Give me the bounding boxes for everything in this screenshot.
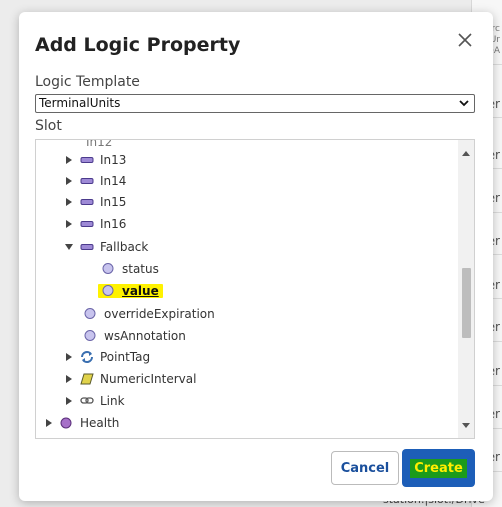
- tree-item-status[interactable]: status: [102, 259, 159, 279]
- scrollbar-thumb[interactable]: [462, 268, 471, 338]
- numeric-point-icon: [80, 218, 94, 230]
- tree-item-label: In12: [86, 140, 113, 149]
- tree-item-label: In16: [100, 217, 127, 231]
- tree-item-label: overrideExpiration: [104, 307, 215, 321]
- close-icon[interactable]: [457, 32, 473, 48]
- logic-template-value: TerminalUnits: [39, 96, 121, 110]
- numeric-point-icon: [80, 175, 94, 187]
- slot-tree[interactable]: In12 In13 In14 In15 In16 Fallback status…: [35, 139, 475, 439]
- cancel-button[interactable]: Cancel: [331, 451, 399, 485]
- tree-item-label: value: [122, 284, 159, 298]
- tree-item-point-tag[interactable]: PointTag: [64, 347, 150, 367]
- property-circle-icon: [84, 308, 98, 320]
- expand-arrow-icon[interactable]: [44, 418, 54, 428]
- expand-arrow-icon[interactable]: [64, 396, 74, 406]
- property-circle-icon: [102, 285, 116, 297]
- expand-arrow-icon[interactable]: [64, 352, 74, 362]
- slot-label: Slot: [35, 118, 62, 134]
- numeric-point-icon: [80, 241, 94, 253]
- tree-item-link[interactable]: Link: [64, 391, 125, 411]
- tree-item-in16[interactable]: In16: [64, 214, 126, 234]
- slot-tree-content: In12 In13 In14 In15 In16 Fallback status…: [36, 140, 458, 438]
- tree-item-label: Fallback: [100, 240, 149, 254]
- tree-item-health[interactable]: Health: [44, 413, 119, 433]
- expand-arrow-icon[interactable]: [64, 155, 74, 165]
- tree-item-label: PointTag: [100, 350, 151, 364]
- create-button[interactable]: Create: [402, 449, 475, 487]
- collapse-arrow-icon[interactable]: [64, 242, 74, 252]
- tree-item-label: Health: [80, 416, 120, 430]
- tree-item-label: Link: [100, 394, 125, 408]
- tree-item-ws-annotation[interactable]: wsAnnotation: [84, 326, 186, 346]
- tree-item-numeric-interval[interactable]: NumericInterval: [64, 369, 196, 389]
- tree-item-label: wsAnnotation: [104, 329, 186, 343]
- property-circle-icon: [102, 263, 116, 275]
- tree-item-in13[interactable]: In13: [64, 150, 126, 170]
- tree-scrollbar[interactable]: [458, 140, 474, 438]
- tree-item-label: status: [122, 262, 159, 276]
- interval-parallelogram-icon: [80, 373, 94, 385]
- property-circle-icon: [84, 330, 98, 342]
- link-chain-icon: [80, 395, 94, 407]
- tree-item-label: NumericInterval: [100, 372, 197, 386]
- scroll-up-arrow-icon[interactable]: [462, 151, 470, 156]
- add-logic-property-dialog: Add Logic Property Logic Template Termin…: [19, 12, 493, 501]
- expand-arrow-icon[interactable]: [64, 176, 74, 186]
- numeric-point-icon: [80, 196, 94, 208]
- scroll-down-arrow-icon[interactable]: [462, 423, 470, 428]
- tree-item-in14[interactable]: In14: [64, 171, 126, 191]
- tree-item-fallback[interactable]: Fallback: [64, 237, 148, 257]
- expand-arrow-icon[interactable]: [64, 219, 74, 229]
- expand-arrow-icon[interactable]: [64, 374, 74, 384]
- tree-item-label: In14: [100, 174, 127, 188]
- refresh-tag-icon: [80, 351, 94, 363]
- dialog-title: Add Logic Property: [35, 34, 241, 56]
- tree-item-label: In15: [100, 195, 127, 209]
- numeric-point-icon: [80, 154, 94, 166]
- expand-arrow-icon[interactable]: [64, 197, 74, 207]
- tree-item-override-expiration[interactable]: overrideExpiration: [84, 304, 215, 324]
- tree-item-value[interactable]: value: [98, 281, 163, 301]
- chevron-down-icon: [458, 97, 470, 109]
- logic-template-label: Logic Template: [35, 74, 140, 90]
- logic-template-select[interactable]: TerminalUnits: [35, 94, 475, 113]
- tree-item-label: In13: [100, 153, 127, 167]
- health-circle-icon: [60, 417, 74, 429]
- create-button-label: Create: [410, 458, 467, 478]
- selection-highlight: value: [98, 284, 163, 298]
- tree-item-in15[interactable]: In15: [64, 192, 126, 212]
